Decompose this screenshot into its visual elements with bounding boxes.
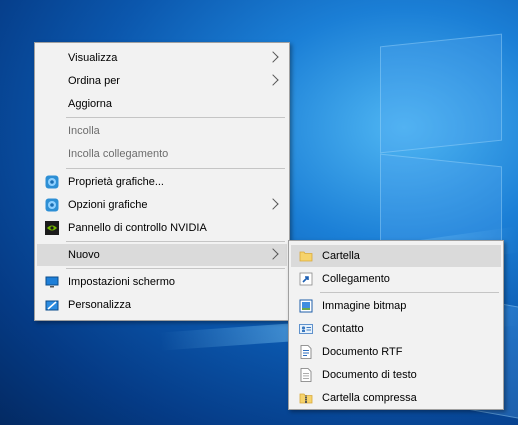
menu-item-label: Collegamento: [322, 273, 390, 285]
menu-item-label: Immagine bitmap: [322, 300, 407, 312]
menu-item-incolla-collegamento[interactable]: Incolla collegamento: [37, 143, 287, 165]
chevron-right-icon: [267, 51, 279, 63]
menu-item-label: Contatto: [322, 323, 364, 335]
menu-item-label: Incolla collegamento: [68, 148, 169, 160]
zip-folder-icon: [299, 393, 313, 404]
intel-graphics-icon: [45, 198, 59, 212]
chevron-right-icon: [267, 198, 279, 210]
chevron-right-icon: [267, 248, 279, 260]
submenu-item-documento-di-testo[interactable]: Documento di testo: [291, 364, 501, 386]
folder-icon: [299, 251, 313, 262]
menu-separator: [66, 117, 285, 118]
menu-item-label: Ordina per: [68, 75, 120, 87]
window-pane: [380, 33, 502, 154]
menu-item-label: Cartella: [322, 250, 360, 262]
menu-item-label: Nuovo: [68, 249, 100, 261]
submenu-item-documento-rtf[interactable]: Documento RTF: [291, 341, 501, 363]
menu-item-label: Proprietà grafiche...: [68, 176, 164, 188]
menu-item-visualizza[interactable]: Visualizza: [37, 47, 287, 69]
menu-separator: [66, 268, 285, 269]
submenu-nuovo: Cartella Collegamento Immagine bitmap Co…: [288, 240, 504, 410]
menu-item-label: Pannello di controllo NVIDIA: [68, 222, 207, 234]
menu-item-label: Impostazioni schermo: [68, 276, 175, 288]
submenu-item-contatto[interactable]: Contatto: [291, 318, 501, 340]
menu-item-label: Opzioni grafiche: [68, 199, 148, 211]
personalize-icon: [45, 300, 59, 311]
submenu-item-collegamento[interactable]: Collegamento: [291, 268, 501, 290]
menu-item-incolla[interactable]: Incolla: [37, 120, 287, 142]
menu-item-proprieta-grafiche[interactable]: Proprietà grafiche...: [37, 171, 287, 193]
submenu-item-immagine-bitmap[interactable]: Immagine bitmap: [291, 295, 501, 317]
menu-item-personalizza[interactable]: Personalizza: [37, 294, 287, 316]
menu-item-label: Aggiorna: [68, 98, 113, 110]
menu-item-opzioni-grafiche[interactable]: Opzioni grafiche: [37, 194, 287, 216]
nvidia-icon: [45, 221, 59, 235]
shortcut-icon: [299, 272, 313, 286]
submenu-item-cartella[interactable]: Cartella: [291, 245, 501, 267]
menu-item-pannello-nvidia[interactable]: Pannello di controllo NVIDIA: [37, 217, 287, 239]
menu-item-label: Incolla: [68, 125, 100, 137]
text-document-icon: [300, 368, 312, 382]
menu-separator: [66, 241, 285, 242]
bitmap-image-icon: [299, 299, 313, 313]
menu-item-impostazioni-schermo[interactable]: Impostazioni schermo: [37, 271, 287, 293]
chevron-right-icon: [267, 74, 279, 86]
menu-item-label: Visualizza: [68, 52, 118, 64]
desktop-context-menu: Visualizza Ordina per Aggiorna Incolla I…: [34, 42, 290, 321]
contact-card-icon: [299, 324, 313, 334]
menu-item-ordina-per[interactable]: Ordina per: [37, 70, 287, 92]
menu-item-aggiorna[interactable]: Aggiorna: [37, 93, 287, 115]
submenu-item-cartella-compressa[interactable]: Cartella compressa: [291, 387, 501, 409]
menu-item-label: Documento RTF: [322, 346, 403, 358]
menu-item-label: Cartella compressa: [322, 392, 417, 404]
menu-item-label: Personalizza: [68, 299, 131, 311]
menu-item-label: Documento di testo: [322, 369, 417, 381]
intel-graphics-icon: [45, 175, 59, 189]
menu-separator: [320, 292, 499, 293]
menu-item-nuovo[interactable]: Nuovo: [37, 244, 287, 266]
rtf-document-icon: [300, 345, 312, 359]
display-settings-icon: [45, 276, 59, 288]
menu-separator: [66, 168, 285, 169]
